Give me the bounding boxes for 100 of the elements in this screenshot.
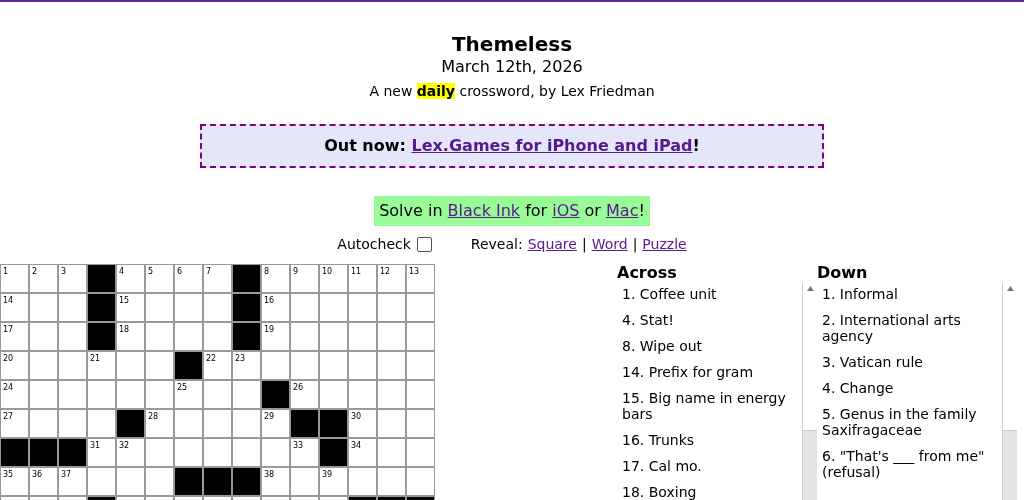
clue-item[interactable]: 5. Genus in the family Saxifragaceae	[822, 406, 1000, 438]
grid-cell[interactable]: 30	[349, 410, 376, 437]
grid-cell[interactable]: 38	[262, 468, 289, 495]
clue-item[interactable]: 18. Boxing	[622, 484, 800, 500]
grid-cell[interactable]	[30, 294, 57, 321]
grid-cell[interactable]	[59, 294, 86, 321]
grid-cell[interactable]: 6	[175, 265, 202, 292]
reveal-link[interactable]: Word	[591, 233, 628, 255]
grid-cell[interactable]	[204, 294, 231, 321]
scroll-up-icon[interactable]	[806, 286, 814, 291]
grid-cell[interactable]: 9	[291, 265, 318, 292]
grid-cell[interactable]	[407, 352, 434, 379]
grid-cell[interactable]: 26	[291, 381, 318, 408]
grid-cell[interactable]	[88, 410, 115, 437]
clue-item[interactable]: 1. Coffee unit	[622, 286, 800, 302]
grid-cell[interactable]: 1	[1, 265, 28, 292]
promo-link[interactable]: Black Ink	[447, 199, 521, 223]
clue-item[interactable]: 17. Cal mo.	[622, 458, 800, 474]
grid-cell[interactable]	[378, 323, 405, 350]
clue-item[interactable]: 8. Wipe out	[622, 338, 800, 354]
grid-cell[interactable]	[146, 468, 173, 495]
app-link[interactable]: Lex.Games for iPhone and iPad	[411, 134, 693, 158]
grid-cell[interactable]	[175, 294, 202, 321]
grid-cell[interactable]: 20	[1, 352, 28, 379]
grid-cell[interactable]: 15	[117, 294, 144, 321]
grid-cell[interactable]	[30, 323, 57, 350]
grid-cell[interactable]	[378, 410, 405, 437]
clue-item[interactable]: 6. "That's ___ from me" (refusal)	[822, 448, 1000, 480]
grid-cell[interactable]: 10	[320, 265, 347, 292]
grid-cell[interactable]	[88, 381, 115, 408]
autocheck-checkbox[interactable]	[416, 236, 432, 252]
grid-cell[interactable]: 35	[1, 468, 28, 495]
grid-cell[interactable]	[349, 381, 376, 408]
clue-item[interactable]: 1. Informal	[822, 286, 1000, 302]
grid-cell[interactable]	[146, 352, 173, 379]
grid-cell[interactable]: 22	[204, 352, 231, 379]
grid-cell[interactable]: 28	[146, 410, 173, 437]
grid-cell[interactable]: 8	[262, 265, 289, 292]
grid-cell[interactable]: 5	[146, 265, 173, 292]
grid-cell[interactable]	[291, 294, 318, 321]
grid-cell[interactable]	[233, 439, 260, 466]
promo-link[interactable]: Mac	[606, 199, 639, 223]
clue-item[interactable]: 4. Change	[822, 380, 1000, 396]
grid-cell[interactable]	[291, 323, 318, 350]
grid-cell[interactable]	[349, 294, 376, 321]
clue-item[interactable]: 3. Vatican rule	[822, 354, 1000, 370]
grid-cell[interactable]: 11	[349, 265, 376, 292]
grid-cell[interactable]	[407, 439, 434, 466]
grid-cell[interactable]: 23	[233, 352, 260, 379]
grid-cell[interactable]: 14	[1, 294, 28, 321]
clue-item[interactable]: 14. Prefix for gram	[622, 364, 800, 380]
grid-cell[interactable]: 16	[262, 294, 289, 321]
grid-cell[interactable]	[349, 468, 376, 495]
grid-cell[interactable]: 31	[88, 439, 115, 466]
grid-cell[interactable]: 36	[30, 468, 57, 495]
clue-item[interactable]: 16. Trunks	[622, 432, 800, 448]
grid-cell[interactable]: 4	[117, 265, 144, 292]
grid-cell[interactable]: 21	[88, 352, 115, 379]
grid-cell[interactable]	[30, 352, 57, 379]
grid-cell[interactable]	[320, 352, 347, 379]
grid-cell[interactable]: 24	[1, 381, 28, 408]
grid-cell[interactable]	[407, 323, 434, 350]
grid-cell[interactable]	[59, 410, 86, 437]
grid-cell[interactable]	[320, 323, 347, 350]
grid-cell[interactable]	[117, 381, 144, 408]
grid-cell[interactable]	[320, 294, 347, 321]
grid-cell[interactable]	[204, 410, 231, 437]
grid-cell[interactable]	[233, 410, 260, 437]
grid-cell[interactable]	[262, 352, 289, 379]
grid-cell[interactable]	[175, 410, 202, 437]
grid-cell[interactable]	[378, 468, 405, 495]
grid-cell[interactable]	[117, 468, 144, 495]
reveal-link[interactable]: Square	[527, 233, 577, 255]
reveal-link[interactable]: Puzzle	[642, 233, 687, 255]
grid-cell[interactable]: 29	[262, 410, 289, 437]
grid-cell[interactable]	[320, 381, 347, 408]
scroll-up-icon[interactable]	[1006, 286, 1014, 291]
grid-cell[interactable]	[407, 381, 434, 408]
grid-cell[interactable]: 12	[378, 265, 405, 292]
grid-cell[interactable]	[262, 439, 289, 466]
grid-cell[interactable]: 37	[59, 468, 86, 495]
grid-cell[interactable]: 19	[262, 323, 289, 350]
grid-cell[interactable]	[291, 352, 318, 379]
grid-cell[interactable]	[378, 294, 405, 321]
grid-cell[interactable]	[378, 439, 405, 466]
grid-cell[interactable]	[117, 352, 144, 379]
promo-link[interactable]: iOS	[552, 199, 580, 223]
grid-cell[interactable]: 25	[175, 381, 202, 408]
grid-cell[interactable]	[146, 294, 173, 321]
clue-item[interactable]: 4. Stat!	[622, 312, 800, 328]
grid-cell[interactable]	[407, 468, 434, 495]
grid-cell[interactable]	[175, 323, 202, 350]
grid-cell[interactable]	[407, 294, 434, 321]
grid-cell[interactable]: 39	[320, 468, 347, 495]
grid-cell[interactable]	[146, 323, 173, 350]
grid-cell[interactable]	[146, 381, 173, 408]
grid-cell[interactable]	[291, 468, 318, 495]
grid-cell[interactable]	[204, 323, 231, 350]
grid-cell[interactable]	[233, 381, 260, 408]
grid-cell[interactable]: 34	[349, 439, 376, 466]
